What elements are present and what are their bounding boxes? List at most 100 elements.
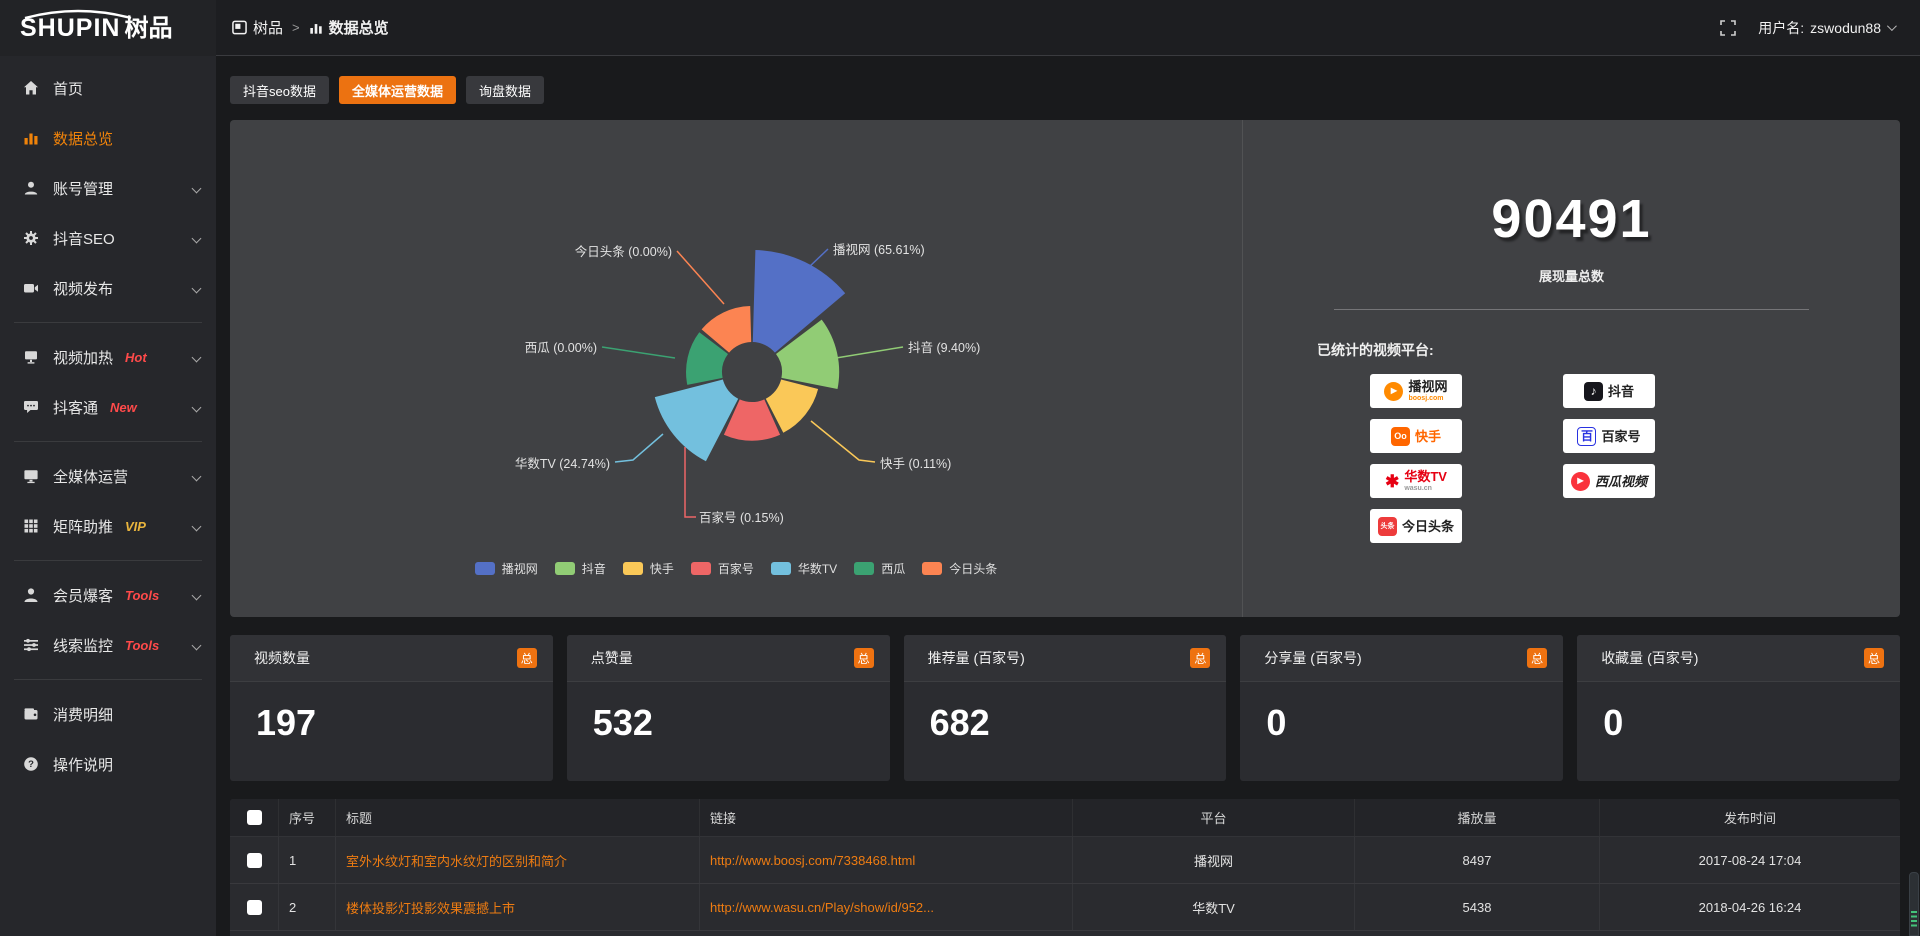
heat-monitor-icon bbox=[22, 349, 39, 366]
legend-item-6[interactable]: 今日头条 bbox=[922, 560, 997, 577]
pie-label-line-5 bbox=[602, 347, 675, 358]
sidebar-item-label: 账号管理 bbox=[53, 178, 113, 199]
row-published: 2017-08-24 17:04 bbox=[1600, 837, 1900, 883]
sidebar-item-video-heating[interactable]: 视频加热Hot bbox=[0, 332, 216, 382]
breadcrumb-root[interactable]: 树品 bbox=[232, 17, 283, 38]
stat-card-value: 532 bbox=[567, 682, 890, 744]
platform-name-block: 今日头条 bbox=[1402, 520, 1454, 533]
bar-chart-icon bbox=[22, 130, 39, 147]
app-logo[interactable]: SHUPIN 树品 bbox=[0, 0, 216, 56]
legend-item-1[interactable]: 抖音 bbox=[555, 560, 606, 577]
fullscreen-icon[interactable] bbox=[1720, 20, 1736, 36]
stat-card-0: 视频数量总197 bbox=[230, 635, 553, 781]
breadcrumb-current[interactable]: 数据总览 bbox=[309, 17, 389, 38]
sidebar-item-consume-detail[interactable]: 消费明细 bbox=[0, 689, 216, 739]
stat-card-2: 推荐量 (百家号)总682 bbox=[904, 635, 1227, 781]
platform-name: 今日头条 bbox=[1402, 520, 1454, 533]
monitor-icon bbox=[22, 468, 39, 485]
sidebar-menu: 首页数据总览账号管理抖音SEO视频发布视频加热Hot抖客通New 全媒体运营矩阵助… bbox=[0, 56, 216, 936]
platform-badge-6: ▶西瓜视频 bbox=[1563, 464, 1655, 498]
pie-label-3: 百家号 (0.15%) bbox=[699, 510, 784, 525]
tab-0[interactable]: 抖音seo数据 bbox=[230, 76, 329, 104]
sidebar-item-douketong[interactable]: 抖客通New bbox=[0, 382, 216, 432]
platform-name-block: 华数TVwasu.cn bbox=[1404, 470, 1447, 492]
wasu-star-icon: ✱ bbox=[1385, 473, 1399, 490]
platform-badge-1: Oo快手 bbox=[1370, 419, 1462, 453]
scrollbar-widget[interactable] bbox=[1909, 872, 1919, 936]
boosj-play-icon: ▶ bbox=[1384, 382, 1403, 401]
legend-label: 西瓜 bbox=[881, 560, 905, 577]
stat-card-value: 0 bbox=[1240, 682, 1563, 744]
user-menu[interactable]: 用户名: zswodun88 bbox=[1758, 18, 1894, 38]
row-platform: 华数TV bbox=[1073, 884, 1355, 930]
stat-card-3: 分享量 (百家号)总0 bbox=[1240, 635, 1563, 781]
sidebar-item-home[interactable]: 首页 bbox=[0, 63, 216, 113]
row-published: 2018-04-26 16:24 bbox=[1600, 884, 1900, 930]
stat-card-4: 收藏量 (百家号)总0 bbox=[1577, 635, 1900, 781]
video-title-link[interactable]: 室外水纹灯和室内水纹灯的区别和简介 bbox=[346, 851, 567, 870]
legend-item-3[interactable]: 百家号 bbox=[691, 560, 754, 577]
pie-label-6: 今日头条 (0.00%) bbox=[575, 244, 672, 259]
douyin-note-icon: ♪ bbox=[1584, 382, 1603, 401]
sidebar-item-account-management[interactable]: 账号管理 bbox=[0, 163, 216, 213]
legend-item-4[interactable]: 华数TV bbox=[771, 560, 837, 577]
stat-card-title: 点赞量 bbox=[591, 648, 633, 668]
row-checkbox[interactable] bbox=[247, 853, 262, 868]
user-icon bbox=[22, 180, 39, 197]
sidebar-item-matrix-boost[interactable]: 矩阵助推VIP bbox=[0, 501, 216, 551]
chevron-down-icon bbox=[192, 233, 202, 243]
stat-card-title: 分享量 (百家号) bbox=[1264, 648, 1361, 668]
sidebar-item-douyin-seo[interactable]: 抖音SEO bbox=[0, 213, 216, 263]
pie-slice-4[interactable] bbox=[655, 380, 738, 462]
select-all-checkbox[interactable] bbox=[247, 810, 262, 825]
video-title-link[interactable]: 楼体投影灯投影效果震撼上市 bbox=[346, 898, 515, 917]
sidebar-item-member-baoke[interactable]: 会员爆客Tools bbox=[0, 570, 216, 620]
chevron-down-icon bbox=[192, 590, 202, 600]
rose-chart-area: 播视网 (65.61%)抖音 (9.40%)快手 (0.11%)百家号 (0.1… bbox=[230, 120, 1242, 617]
tab-2[interactable]: 询盘数据 bbox=[466, 76, 544, 104]
legend-item-0[interactable]: 播视网 bbox=[475, 560, 538, 577]
sidebar-item-badge: Tools bbox=[125, 638, 159, 653]
platform-name-block: 抖音 bbox=[1608, 385, 1634, 398]
sidebar-item-operation-guide[interactable]: ?操作说明 bbox=[0, 739, 216, 789]
legend-item-5[interactable]: 西瓜 bbox=[854, 560, 905, 577]
table-row: 2楼体投影灯投影效果震撼上市http://www.wasu.cn/Play/sh… bbox=[230, 884, 1900, 931]
platform-name: 百家号 bbox=[1601, 430, 1640, 443]
pie-label-2: 快手 (0.11%) bbox=[880, 457, 951, 471]
row-platform: 播视网 bbox=[1073, 837, 1355, 883]
data-tabs: 抖音seo数据全媒体运营数据询盘数据 bbox=[230, 76, 1900, 104]
rose-chart: 播视网 (65.61%)抖音 (9.40%)快手 (0.11%)百家号 (0.1… bbox=[230, 120, 1242, 617]
video-url-link[interactable]: http://www.wasu.cn/Play/show/id/952... bbox=[710, 900, 934, 915]
platform-name-block: 播视网boosj.com bbox=[1408, 380, 1447, 402]
chevron-down-icon bbox=[192, 402, 202, 412]
tab-1[interactable]: 全媒体运营数据 bbox=[339, 76, 456, 104]
table-row: 1室外水纹灯和室内水纹灯的区别和简介http://www.boosj.com/7… bbox=[230, 837, 1900, 884]
legend-swatch-icon bbox=[922, 562, 942, 575]
stat-card-value: 682 bbox=[904, 682, 1227, 744]
sidebar-item-label: 会员爆客 bbox=[53, 585, 113, 606]
row-checkbox[interactable] bbox=[247, 900, 262, 915]
video-url-link[interactable]: http://www.boosj.com/7338468.html bbox=[710, 853, 915, 868]
app-square-icon bbox=[232, 20, 247, 35]
chevron-down-icon bbox=[192, 283, 202, 293]
sidebar-item-media-operation[interactable]: 全媒体运营 bbox=[0, 451, 216, 501]
legend-swatch-icon bbox=[555, 562, 575, 575]
breadcrumb-separator: > bbox=[292, 20, 300, 35]
header-checkbox-cell bbox=[230, 799, 279, 836]
pie-label-line-6 bbox=[677, 251, 724, 304]
platform-name: 华数TV bbox=[1404, 470, 1447, 483]
sidebar-item-video-publish[interactable]: 视频发布 bbox=[0, 263, 216, 313]
sidebar-item-label: 抖客通 bbox=[53, 397, 98, 418]
sidebar-item-label: 数据总览 bbox=[53, 128, 113, 149]
pie-label-5: 西瓜 (0.00%) bbox=[525, 341, 597, 355]
legend-item-2[interactable]: 快手 bbox=[623, 560, 674, 577]
platform-name: 抖音 bbox=[1608, 385, 1634, 398]
row-title: 楼体投影灯投影效果震撼上市 bbox=[336, 884, 700, 930]
main-content: 抖音seo数据全媒体运营数据询盘数据 播视网 (65.61%)抖音 (9.40%… bbox=[216, 56, 1920, 936]
sidebar-item-clue-monitor[interactable]: 线索监控Tools bbox=[0, 620, 216, 670]
legend-label: 快手 bbox=[650, 560, 674, 577]
sidebar-item-badge: VIP bbox=[125, 519, 146, 534]
chevron-down-icon bbox=[192, 640, 202, 650]
stat-card-value: 197 bbox=[230, 682, 553, 744]
sidebar-item-data-overview[interactable]: 数据总览 bbox=[0, 113, 216, 163]
